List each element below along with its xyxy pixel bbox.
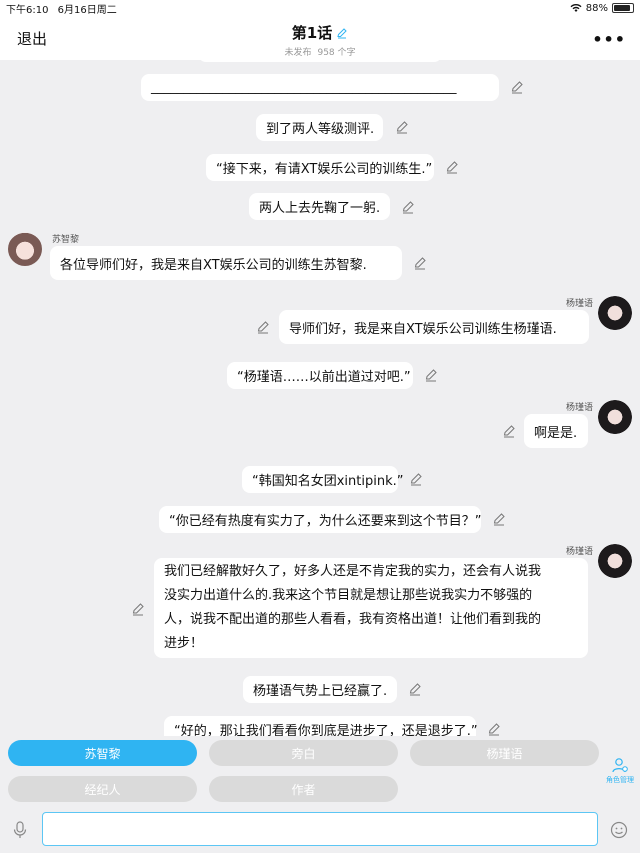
cut-off-bubble bbox=[198, 60, 442, 62]
word-count: 958 个字 bbox=[317, 48, 356, 58]
narration-text: “好的，那让我们看看你到底是进步了，还是退步了.” bbox=[174, 724, 478, 736]
edit-message-icon[interactable] bbox=[131, 602, 145, 616]
character-avatar[interactable] bbox=[598, 400, 632, 434]
character-name: 苏智黎 bbox=[52, 235, 80, 245]
character-name: 杨瑾语 bbox=[566, 299, 594, 309]
role-management-label: 角色管理 bbox=[606, 776, 634, 784]
message-text: 各位导师们好，我是来自XT娱乐公司的训练生苏智黎. bbox=[60, 257, 367, 273]
role-button-agent[interactable]: 经纪人 bbox=[8, 776, 197, 802]
edit-message-icon[interactable] bbox=[502, 424, 516, 438]
edit-message-icon[interactable] bbox=[487, 722, 501, 736]
narration-text: “韩国知名女团xintipink.” bbox=[252, 474, 404, 489]
status-bar: 下午6:10 6月16日周二 88% bbox=[0, 0, 640, 16]
role-selector: 苏智黎 旁白 杨瑾语 经纪人 作者 角色管理 bbox=[0, 736, 640, 808]
edit-message-icon[interactable] bbox=[408, 682, 422, 696]
title-area: 第1话 未发布 958 个字 bbox=[0, 22, 640, 58]
role-button-suzhili[interactable]: 苏智黎 bbox=[8, 740, 197, 766]
edit-message-icon[interactable] bbox=[424, 368, 438, 382]
chapter-meta: 未发布 958 个字 bbox=[0, 45, 640, 58]
microphone-icon[interactable] bbox=[12, 821, 28, 839]
character-message-bubble[interactable]: 各位导师们好，我是来自XT娱乐公司的训练生苏智黎. bbox=[50, 246, 402, 280]
narration-text: “你已经有热度有实力了，为什么还要来到这个节目？” bbox=[169, 514, 482, 529]
narration-text: 两人上去先鞠了一躬. bbox=[259, 201, 381, 216]
status-time: 下午6:10 bbox=[6, 4, 49, 16]
battery-icon bbox=[612, 3, 634, 13]
narration-text: 杨瑾语气势上已经赢了. bbox=[253, 684, 388, 699]
edit-message-icon[interactable] bbox=[413, 256, 427, 270]
message-text: 啊是是. bbox=[534, 425, 578, 441]
message-text: 导师们好，我是来自XT娱乐公司训练生杨瑾语. bbox=[289, 321, 557, 337]
character-avatar[interactable] bbox=[598, 296, 632, 330]
narration-text: ________________________________________… bbox=[151, 80, 457, 95]
character-name: 杨瑾语 bbox=[566, 403, 594, 413]
editor-header: 退出 第1话 未发布 958 个字 ••• bbox=[0, 16, 640, 60]
wifi-icon bbox=[570, 4, 582, 12]
narration-bubble[interactable]: 两人上去先鞠了一躬. bbox=[249, 193, 390, 220]
narration-bubble[interactable]: “你已经有热度有实力了，为什么还要来到这个节目？” bbox=[159, 506, 481, 533]
message-text-line: 进步！ bbox=[164, 636, 204, 651]
character-message-bubble[interactable]: 我们已经解散好久了，好多人还是不肯定我的实力，还会有人说我 没实力出道什么的.我… bbox=[154, 558, 588, 658]
narration-bubble[interactable]: “韩国知名女团xintipink.” bbox=[242, 466, 404, 493]
message-text-line: 没实力出道什么的.我来这个节目就是想让那些说我实力不够强的 bbox=[164, 588, 533, 603]
battery-percent: 88% bbox=[585, 2, 608, 14]
chapter-title: 第1话 bbox=[291, 24, 333, 42]
narration-bubble[interactable]: “接下来，有请XT娱乐公司的训练生.” bbox=[206, 154, 434, 181]
edit-message-icon[interactable] bbox=[401, 200, 415, 214]
role-button-yangjinyu[interactable]: 杨瑾语 bbox=[410, 740, 599, 766]
narration-text: “杨瑾语……以前出道过对吧.” bbox=[237, 370, 411, 385]
edit-title-icon[interactable] bbox=[336, 27, 348, 39]
role-button-narration[interactable]: 旁白 bbox=[209, 740, 398, 766]
input-bar bbox=[0, 808, 640, 853]
narration-text: “接下来，有请XT娱乐公司的训练生.” bbox=[216, 162, 433, 177]
character-message-bubble[interactable]: 啊是是. bbox=[524, 414, 588, 448]
chat-area[interactable]: ________________________________________… bbox=[0, 60, 640, 736]
narration-bubble[interactable]: 到了两人等级测评. bbox=[256, 114, 383, 141]
edit-message-icon[interactable] bbox=[409, 472, 423, 486]
edit-message-icon[interactable] bbox=[445, 160, 459, 174]
chapter-title-row[interactable]: 第1话 bbox=[292, 22, 348, 43]
character-message-bubble[interactable]: 导师们好，我是来自XT娱乐公司训练生杨瑾语. bbox=[279, 310, 589, 344]
role-management-icon bbox=[612, 758, 628, 773]
message-input[interactable] bbox=[42, 812, 598, 846]
status-date: 6月16日周二 bbox=[57, 4, 117, 16]
edit-message-icon[interactable] bbox=[395, 120, 409, 134]
publish-status: 未发布 bbox=[284, 48, 312, 58]
status-right: 88% bbox=[570, 3, 634, 14]
message-text-line: 人，说我不配出道的那些人看看，我有资格出道！让他们看到我的 bbox=[164, 612, 542, 627]
character-name: 杨瑾语 bbox=[566, 547, 594, 557]
narration-bubble[interactable]: “好的，那让我们看看你到底是进步了，还是退步了.” bbox=[164, 716, 478, 736]
narration-bubble[interactable]: “杨瑾语……以前出道过对吧.” bbox=[227, 362, 413, 389]
more-menu-button[interactable]: ••• bbox=[592, 30, 626, 49]
message-text-line: 我们已经解散好久了，好多人还是不肯定我的实力，还会有人说我 bbox=[164, 564, 542, 579]
edit-message-icon[interactable] bbox=[510, 80, 524, 94]
character-avatar[interactable] bbox=[598, 544, 632, 578]
role-management-button[interactable]: 角色管理 bbox=[604, 756, 636, 785]
narration-bubble[interactable]: 杨瑾语气势上已经赢了. bbox=[243, 676, 397, 703]
character-avatar[interactable] bbox=[8, 232, 42, 266]
narration-text: 到了两人等级测评. bbox=[266, 122, 375, 137]
role-button-author[interactable]: 作者 bbox=[209, 776, 398, 802]
edit-message-icon[interactable] bbox=[492, 512, 506, 526]
status-left: 下午6:10 6月16日周二 bbox=[6, 1, 117, 16]
narration-bubble[interactable]: ________________________________________… bbox=[141, 74, 499, 101]
edit-message-icon[interactable] bbox=[256, 320, 270, 334]
emoji-icon[interactable] bbox=[610, 821, 628, 839]
